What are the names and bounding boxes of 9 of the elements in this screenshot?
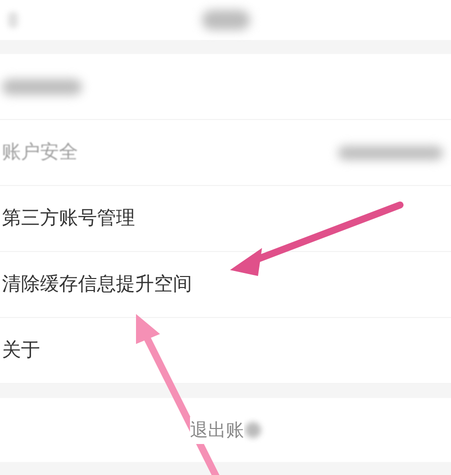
arrow-icon — [136, 314, 222, 475]
row-label: 关于 — [2, 338, 40, 364]
row-label: 账户安全 — [2, 140, 78, 166]
arrow-icon — [230, 202, 404, 276]
row-label: 清除缓存信息提升空间 — [2, 272, 192, 298]
blurred-text — [202, 10, 250, 30]
logout-button[interactable]: 退出账 — [0, 398, 451, 462]
settings-row[interactable]: 第三方账号管理 — [0, 186, 451, 252]
row-label: 第三方账号管理 — [2, 206, 135, 232]
